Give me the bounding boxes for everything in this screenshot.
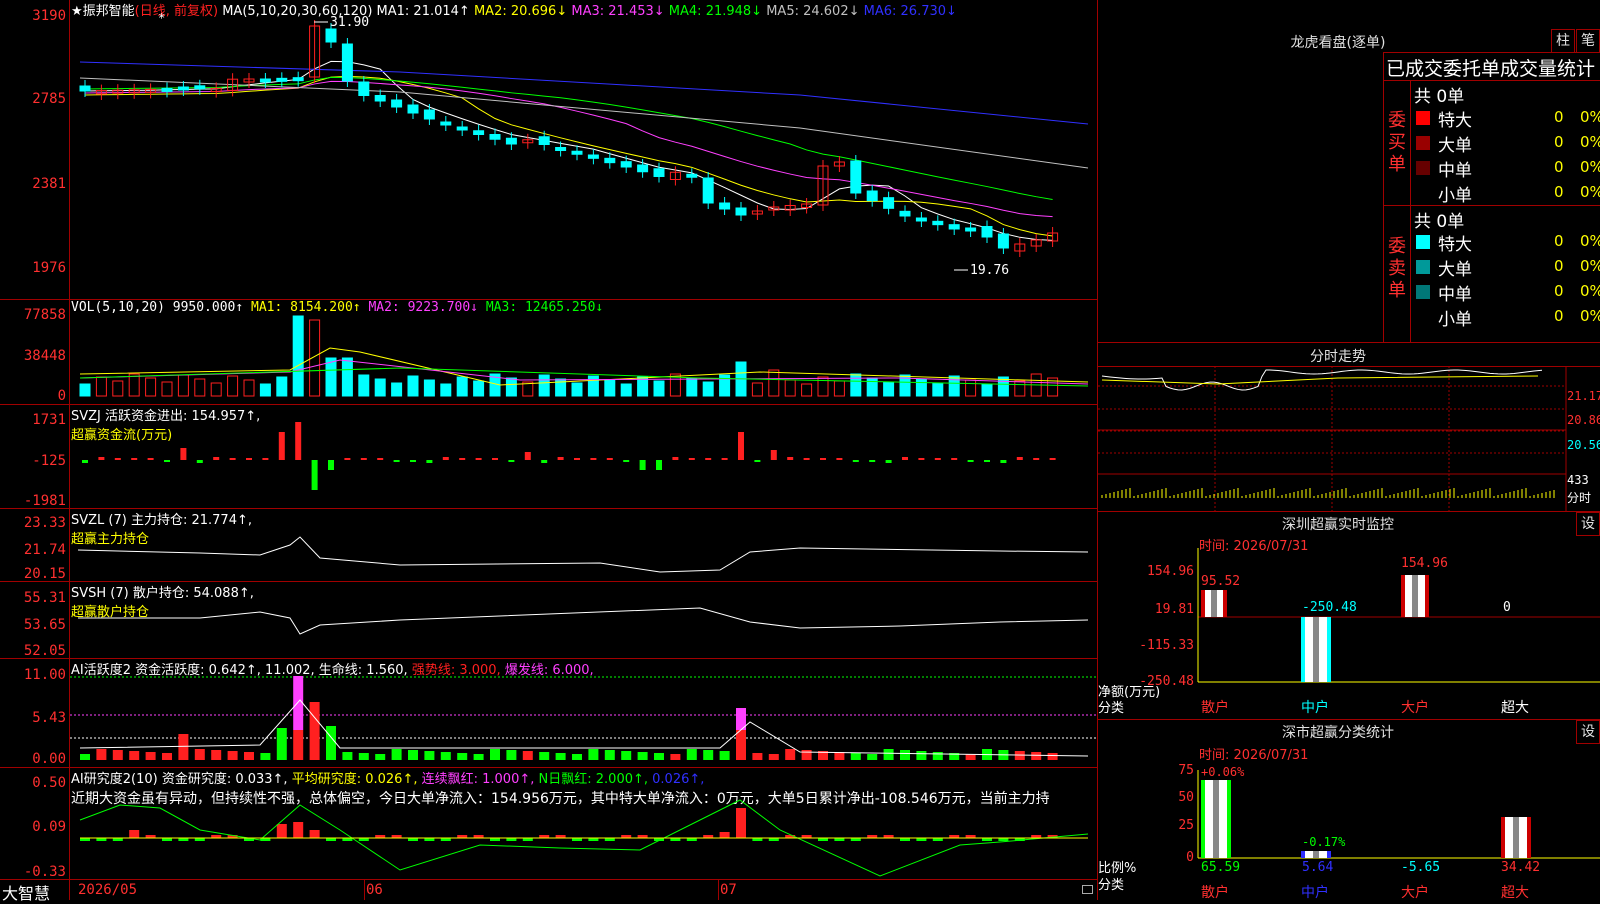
research-bar [719,832,730,838]
research-bar [309,830,320,838]
sz-class-bottom-value: -5.65 [1401,860,1441,875]
stat-bar-center [1513,817,1519,858]
lock-icon[interactable] [1082,885,1093,894]
stat-bar-center [1213,780,1219,858]
stat-bar-edge [1327,851,1331,858]
app-name: 大智慧 [2,884,51,903]
sz-class-top-value: +0.06% [1201,765,1245,779]
chart-area[interactable]: ★振邦智能(日线, 前复权) MA(5,10,20,30,60,120) MA1… [0,0,1098,903]
x-tick-jul: 07 [720,882,737,898]
sz-class-cat: 散户 [1201,885,1229,901]
stat-bar-edge [1301,851,1305,858]
stat-bar-edge [1227,780,1231,858]
stat-bar-edge [1527,817,1531,858]
sz-class-bottom-value: 65.59 [1201,860,1241,875]
sz-class-chart[interactable] [1098,0,1600,900]
sz-class-cat: 超大 [1501,885,1529,901]
right-panel: 龙虎看盘(逐单) 柱 笔 已成交委托单成交量统计 委买单 委卖单 共 0单 共 … [1098,0,1600,901]
stat-bar-edge [1201,780,1205,858]
x-tick-jun: 06 [366,882,383,898]
sz-class-cat: 大户 [1401,885,1429,901]
research-bar [293,822,304,838]
stat-bar-edge [1501,817,1505,858]
sz-class-bottom-value: 34.42 [1501,860,1541,875]
ai3-chart[interactable] [0,0,1098,900]
x-tick-may: 2026/05 [78,882,138,898]
research-bar [129,830,140,838]
research-bar [736,808,746,838]
stat-bar-center [1313,851,1319,858]
x-tick-mark [718,880,719,900]
x-tick-mark [364,880,365,900]
sz-class-top-value: -0.17% [1302,835,1346,849]
research-bar [276,824,287,838]
sz-class-cat: 中户 [1301,885,1329,901]
sz-class-bottom-value: 5.64 [1302,860,1334,875]
